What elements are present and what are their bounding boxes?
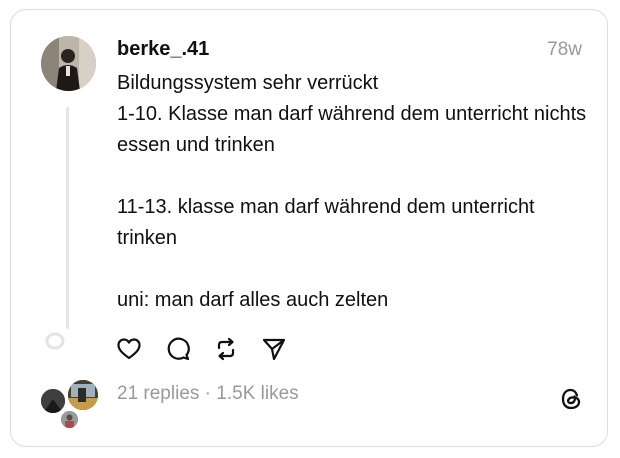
replier-avatars[interactable] xyxy=(39,378,100,430)
post-line: 1-10. Klasse man darf während dem unterr… xyxy=(117,103,587,156)
send-icon[interactable] xyxy=(261,336,287,362)
username[interactable]: berke_.41 xyxy=(117,38,209,61)
post-body: Bildungssystem sehr verrückt 1-10. Klass… xyxy=(117,68,587,316)
author-avatar[interactable] xyxy=(41,36,96,91)
post-line: uni: man darf alles auch zelten xyxy=(117,289,389,311)
thread-loop-icon xyxy=(45,332,65,350)
post-line: 11-13. klasse man darf während dem unter… xyxy=(117,196,535,249)
replies-count[interactable]: 21 replies xyxy=(117,383,199,404)
comment-icon[interactable] xyxy=(165,336,191,362)
repost-icon[interactable] xyxy=(213,336,239,362)
replier-avatar xyxy=(66,378,100,412)
heart-icon[interactable] xyxy=(116,336,142,362)
threads-logo-icon[interactable] xyxy=(558,386,584,412)
post-timestamp[interactable]: 78w xyxy=(547,39,582,61)
thread-line xyxy=(66,107,69,329)
post-stats: 21 replies · 1.5K likes xyxy=(117,383,299,405)
replier-avatar xyxy=(59,409,80,430)
post-line: Bildungssystem sehr verrückt xyxy=(117,72,379,94)
likes-count[interactable]: 1.5K likes xyxy=(216,383,298,404)
